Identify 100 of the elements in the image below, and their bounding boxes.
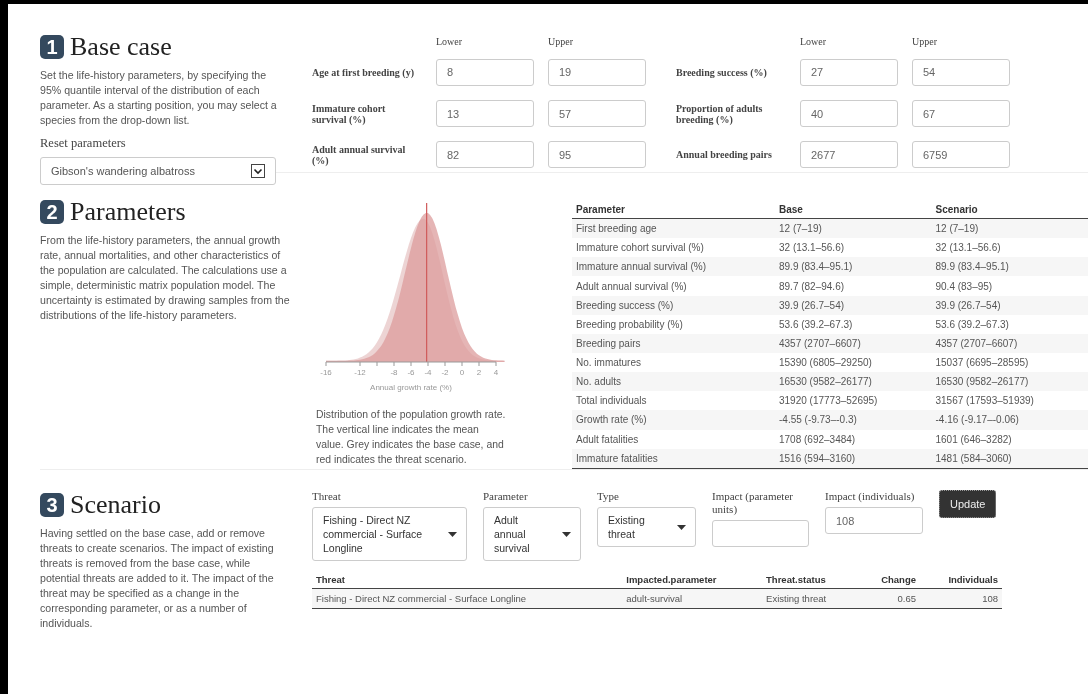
tick-label: 2: [476, 368, 482, 377]
input-field[interactable]: 108: [825, 507, 923, 534]
input-field[interactable]: 54: [912, 58, 1010, 86]
column-header: Individuals: [920, 571, 1002, 589]
table-cell: 16530 (9582–26177): [775, 372, 932, 392]
dropdown[interactable]: Adult annual survival: [483, 507, 581, 561]
table-cell: Breeding success (%): [572, 295, 775, 315]
tick-label: -16: [320, 368, 332, 377]
table-cell: Breeding probability (%): [572, 314, 775, 334]
field-label: Type: [597, 490, 620, 503]
table-cell: 89.9 (83.4–95.1): [931, 257, 1088, 277]
section-number-badge: 1: [40, 35, 64, 59]
table-cell: Breeding pairs: [572, 333, 775, 353]
caret-icon: [448, 532, 457, 537]
input-field[interactable]: 67: [912, 100, 1010, 128]
section-heading: Parameters: [70, 197, 186, 227]
table-cell: 31567 (17593–51939): [931, 391, 1088, 411]
section-description: Having settled on the base case, add or remove threats to create scenarios. The impact of existing threats is removed from the base case, while potential threats are added to it. The impact of the threat may be specified as a change in the corresponding parameter, or as a number of individuals.: [40, 526, 275, 631]
input-field[interactable]: 8: [436, 58, 534, 86]
caret-icon: [562, 532, 571, 537]
field-label: Adult annual survival (%): [312, 143, 407, 166]
dropdown[interactable]: Fishing - Direct NZ commercial - Surface Longline: [312, 507, 467, 561]
input-field[interactable]: 57: [548, 100, 646, 128]
table-cell: 89.9 (83.4–95.1): [775, 257, 932, 277]
field-label: Reset parameters: [40, 136, 127, 151]
table-cell: 39.9 (26.7–54): [775, 295, 932, 315]
field-label: Threat: [312, 490, 342, 503]
table-cell: Growth rate (%): [572, 410, 775, 430]
table-cell: 4357 (2707–6607): [775, 333, 932, 353]
column-header: Lower: [800, 35, 828, 47]
table-cell: 1708 (692–3484): [775, 429, 932, 449]
table-cell: Fishing - Direct NZ commercial - Surface Longline: [312, 588, 623, 609]
column-header: Upper: [912, 35, 938, 47]
table-cell: 12 (7–19): [931, 218, 1088, 239]
field-label: Impact (individuals): [825, 490, 916, 503]
table-cell: 39.9 (26.7–54): [931, 295, 1088, 315]
axis-label: Annual growth rate (%): [370, 383, 452, 392]
input-field[interactable]: 40: [800, 100, 898, 128]
field-label: Breeding success (%): [676, 66, 768, 78]
table-cell: First breeding age: [572, 218, 775, 239]
tick-label: 4: [493, 368, 499, 377]
section-heading: Base case: [70, 32, 172, 62]
column-header: Threat.status: [762, 571, 860, 589]
input-field[interactable]: 82: [436, 141, 534, 169]
table-cell: No. immatures: [572, 353, 775, 373]
field-label: Age at first breeding (y): [312, 66, 416, 78]
table-cell: Adult annual survival (%): [572, 276, 775, 296]
table-cell: 31920 (17773–52695): [775, 391, 932, 411]
table-cell: 32 (13.1–56.6): [931, 238, 1088, 258]
column-header: Change: [859, 571, 920, 589]
tick-label: -2: [441, 368, 449, 377]
input-field[interactable]: 2677: [800, 141, 898, 169]
field-label: Immature cohort survival (%): [312, 102, 387, 125]
tick-label: -6: [407, 368, 415, 377]
tick-label: -8: [390, 368, 398, 377]
field-label: Parameter: [483, 490, 529, 503]
tick-label: -4: [424, 368, 432, 377]
table-cell: Adult fatalities: [572, 429, 775, 449]
update-button[interactable]: Update: [939, 490, 997, 518]
table-cell: No. adults: [572, 372, 775, 392]
table-cell: 53.6 (39.2–67.3): [931, 314, 1088, 334]
table-cell: -4.16 (-9.17–-0.06): [931, 410, 1088, 430]
table-cell: 53.6 (39.2–67.3): [775, 314, 932, 334]
table-cell: 16530 (9582–26177): [931, 372, 1088, 392]
table-cell: 4357 (2707–6607): [931, 333, 1088, 353]
tick-label: -12: [354, 368, 366, 377]
input-field[interactable]: 27: [800, 58, 898, 86]
table-cell: 90.4 (83–95): [931, 276, 1088, 296]
caret-icon: [677, 525, 686, 530]
field-label: Proportion of adults breeding (%): [676, 102, 764, 125]
column-header: Lower: [436, 35, 464, 47]
table-cell: 108: [920, 588, 1002, 609]
table-cell: Immature annual survival (%): [572, 257, 775, 277]
tick-label: 0: [459, 368, 465, 377]
table-cell: 1516 (594–3160): [775, 448, 932, 469]
input-field[interactable]: [712, 520, 809, 547]
table-cell: 15390 (6805–29250): [775, 353, 932, 373]
table-cell: 15037 (6695–28595): [931, 353, 1088, 373]
table-cell: adult-survival: [622, 588, 763, 609]
column-header: Parameter: [572, 201, 775, 219]
species-dropdown[interactable]: Gibson's wandering albatross: [40, 157, 276, 185]
input-field[interactable]: 19: [548, 58, 646, 86]
section-description: From the life-history parameters, the annual growth rate, annual mortalities, and other characteristics of the population are calculated. The calculations use a simple, deterministic matrix population model. The uncertainty is estimated by drawing samples from the distributions of the life-history parameters.: [40, 233, 290, 323]
table-cell: 32 (13.1–56.6): [775, 238, 932, 258]
section-number-badge: 2: [40, 200, 64, 224]
field-label: Impact (parameter units): [712, 490, 794, 516]
dropdown[interactable]: Existing threat: [597, 507, 696, 547]
table-cell: Total individuals: [572, 391, 775, 411]
table-cell: 1481 (584–3060): [931, 448, 1088, 469]
table-cell: 89.7 (82–94.6): [775, 276, 932, 296]
section-heading: Scenario: [70, 490, 161, 520]
chevron-down-icon: [251, 164, 265, 178]
input-field[interactable]: 6759: [912, 141, 1010, 169]
input-field[interactable]: 13: [436, 100, 534, 128]
chart-caption: Distribution of the population growth rate. The vertical line indicates the mean value. Grey indicates the base case, and red indicates the threat scenario.: [316, 408, 506, 467]
table-cell: -4.55 (-9.73–-0.3): [775, 410, 932, 430]
column-header: Scenario: [931, 201, 1088, 219]
column-header: Threat: [312, 571, 623, 589]
section-number-badge: 3: [40, 493, 64, 517]
input-field[interactable]: 95: [548, 141, 646, 169]
